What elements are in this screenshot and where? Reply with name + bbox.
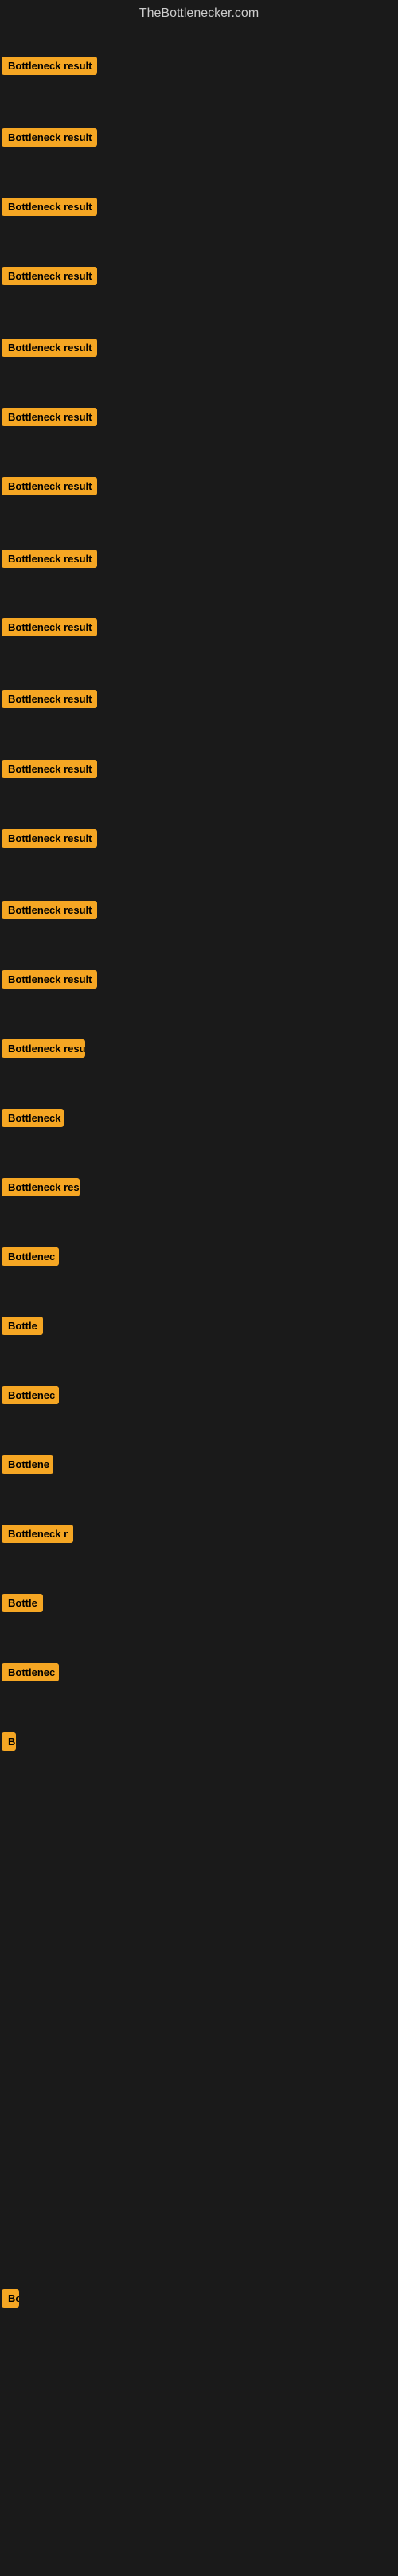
bottleneck-badge-3: Bottleneck result bbox=[2, 267, 97, 285]
bottleneck-badge-0: Bottleneck result bbox=[2, 57, 97, 75]
bottleneck-badge-9: Bottleneck result bbox=[2, 690, 97, 708]
bottleneck-badge-21: Bottleneck r bbox=[2, 1525, 73, 1543]
bottleneck-badge-19: Bottlenec bbox=[2, 1386, 59, 1404]
site-title: TheBottlenecker.com bbox=[0, 0, 398, 27]
bottleneck-badge-22: Bottle bbox=[2, 1594, 43, 1612]
bottleneck-badge-1: Bottleneck result bbox=[2, 128, 97, 147]
main-container: TheBottlenecker.com Bottleneck result Bot… bbox=[0, 0, 398, 2576]
bottleneck-badge-7: Bottleneck result bbox=[2, 550, 97, 568]
bottleneck-badge-13: Bottleneck result bbox=[2, 970, 97, 989]
bottleneck-badge-15: Bottleneck bbox=[2, 1109, 64, 1127]
bottleneck-badge-4: Bottleneck result bbox=[2, 339, 97, 357]
bottleneck-badge-6: Bottleneck result bbox=[2, 477, 97, 495]
bottleneck-badge-23: Bottlenec bbox=[2, 1663, 59, 1681]
bottleneck-badge-14: Bottleneck resu bbox=[2, 1039, 85, 1058]
bottleneck-badge-18: Bottle bbox=[2, 1317, 43, 1335]
bottleneck-badge-16: Bottleneck res bbox=[2, 1178, 80, 1196]
bottleneck-badge-10: Bottleneck result bbox=[2, 760, 97, 778]
bottleneck-badge-11: Bottleneck result bbox=[2, 829, 97, 848]
bottleneck-badge-5: Bottleneck result bbox=[2, 408, 97, 426]
bottleneck-badge-20: Bottlene bbox=[2, 1455, 53, 1474]
bottleneck-badge-8: Bottleneck result bbox=[2, 618, 97, 636]
bottleneck-badge-12: Bottleneck result bbox=[2, 901, 97, 919]
bottleneck-badge-17: Bottlenec bbox=[2, 1247, 59, 1266]
bottleneck-badge-2: Bottleneck result bbox=[2, 198, 97, 216]
bottleneck-badge-24: B bbox=[2, 1732, 16, 1751]
bottleneck-badge-28: Bo bbox=[2, 2289, 19, 2308]
